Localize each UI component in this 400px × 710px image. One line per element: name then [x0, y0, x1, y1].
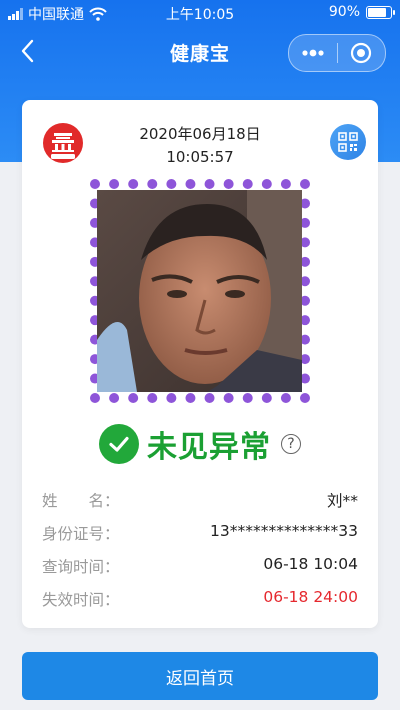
frame-dot [223, 393, 234, 403]
check-icon [99, 424, 139, 464]
frame-dot [147, 179, 158, 189]
frame-dot [204, 393, 215, 403]
frame-dot [280, 393, 291, 403]
qr-code-button[interactable] [330, 124, 366, 160]
target-circle-icon [351, 42, 372, 64]
battery-percent: 90% [328, 4, 360, 20]
info-value: 06-18 10:04 [263, 555, 358, 573]
frame-dot [185, 179, 196, 189]
status-text: 未见异常 [147, 430, 271, 465]
qr-code-icon [338, 132, 358, 152]
info-value: 13**************33 [210, 522, 358, 540]
info-label: 失效时间： [42, 591, 120, 609]
info-label: 查询时间： [42, 558, 120, 576]
info-label: 姓 名： [42, 492, 120, 510]
help-icon[interactable]: ? [281, 434, 301, 454]
navigation-bar: 健康宝 [0, 26, 400, 78]
frame-dot [204, 179, 215, 189]
info-row-query-time: 查询时间： 06-18 10:04 [42, 551, 358, 584]
more-dots-icon [302, 49, 324, 57]
frame-dot [90, 393, 100, 403]
frame-dot [300, 179, 310, 189]
info-row-id: 身份证号： 13**************33 [42, 518, 358, 551]
frame-dot [242, 393, 253, 403]
miniprogram-capsule [288, 34, 386, 72]
frame-dot [223, 179, 234, 189]
more-button[interactable] [289, 35, 337, 71]
status-bar: 中国联通 上午10:05 90% [0, 0, 400, 26]
frame-dot [147, 393, 158, 403]
user-photo [97, 190, 302, 392]
query-time: 10:05:57 [166, 148, 234, 166]
close-button[interactable] [338, 35, 386, 71]
query-datetime: 2020年06月18日 10:05:57 [22, 123, 378, 169]
health-card: 2020年06月18日 10:05:57 未见异常 ? 姓 名： 刘** 身份证… [22, 100, 378, 628]
frame-dot [128, 393, 139, 403]
info-value: 06-18 24:00 [263, 588, 358, 606]
frame-dot [109, 393, 120, 403]
return-home-button[interactable]: 返回首页 [22, 652, 378, 700]
frame-dot [166, 393, 177, 403]
frame-dot [109, 179, 120, 189]
query-date: 2020年06月18日 [139, 125, 261, 143]
frame-dot [90, 179, 100, 189]
status-right: 90% [328, 4, 395, 20]
health-status: 未见异常 ? [22, 422, 378, 466]
battery-icon [366, 5, 395, 19]
frame-dot [261, 179, 272, 189]
info-row-expiry-time: 失效时间： 06-18 24:00 [42, 584, 358, 617]
info-label: 身份证号： [42, 525, 120, 543]
info-row-name: 姓 名： 刘** [42, 485, 358, 518]
frame-dot [166, 179, 177, 189]
personal-info: 姓 名： 刘** 身份证号： 13**************33 查询时间： … [42, 485, 358, 617]
frame-dot [128, 179, 139, 189]
frame-dot [185, 393, 196, 403]
frame-dot [280, 179, 291, 189]
frame-dot [261, 393, 272, 403]
info-value: 刘** [326, 492, 358, 510]
frame-dot [242, 179, 253, 189]
frame-dot [300, 393, 310, 403]
